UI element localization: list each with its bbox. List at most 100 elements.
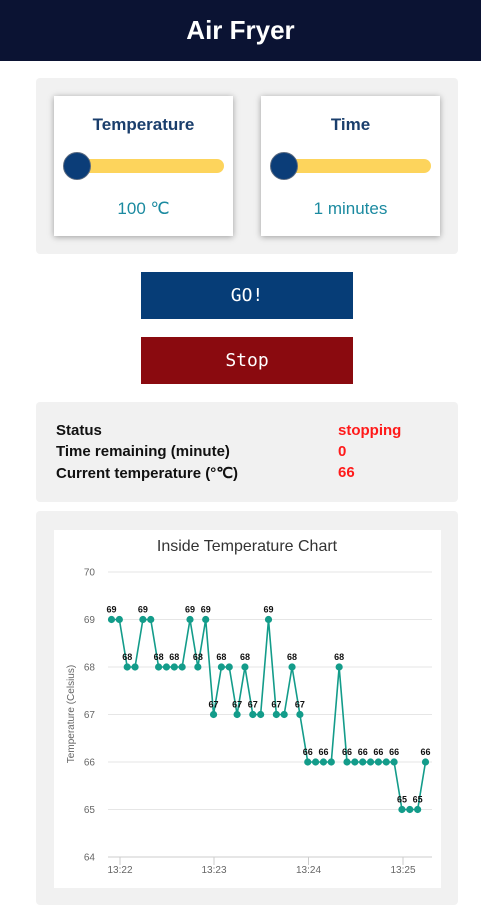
temperature-chart: Inside Temperature Chart Temperature (Ce…: [66, 538, 432, 876]
data-label: 66: [358, 747, 368, 757]
data-point: [115, 615, 123, 624]
y-tick-label: 68: [84, 663, 96, 674]
time-label: Time: [330, 115, 371, 134]
data-point: [131, 663, 139, 671]
data-point: [296, 710, 304, 719]
go-button[interactable]: GO!: [141, 272, 353, 319]
temperature-card: Temperature 100 ℃: [54, 96, 233, 236]
temperature-slider-track[interactable]: [77, 159, 224, 173]
data-label: 67: [295, 700, 305, 710]
data-point: [351, 758, 359, 766]
data-label: 66: [420, 747, 430, 757]
data-point: [319, 758, 328, 766]
data-point: [406, 805, 414, 814]
temperature-value: 100 ℃: [117, 199, 170, 218]
chart-y-axis-label: Temperature (Celsius): [66, 665, 77, 763]
chart-panel: Inside Temperature Chart Temperature (Ce…: [36, 511, 458, 905]
y-tick-label: 64: [84, 853, 96, 864]
data-point: [107, 615, 116, 624]
data-point: [359, 758, 367, 766]
y-tick-label: 67: [84, 710, 96, 721]
data-point: [162, 663, 171, 671]
time-remaining-row: Time remaining (minute) 0: [56, 443, 438, 463]
temperature-label: Temperature: [92, 115, 195, 134]
data-label: 68: [154, 652, 164, 662]
x-tick-label: 13:22: [107, 865, 132, 876]
app-title: Air Fryer: [186, 15, 295, 45]
status-value: stopping: [338, 422, 402, 439]
app-header: Air Fryer: [0, 0, 481, 61]
y-tick-label: 70: [84, 568, 96, 579]
y-tick-label: 65: [84, 805, 96, 816]
controls-panel: Temperature 100 ℃ Time 1 minutes: [36, 78, 458, 254]
data-point: [327, 758, 335, 766]
data-point: [257, 710, 265, 719]
data-point: [421, 758, 430, 766]
data-label: 68: [240, 652, 250, 662]
data-label: 65: [397, 795, 407, 805]
data-point: [217, 663, 225, 671]
current-temperature-label: Current temperature (°℃): [56, 465, 239, 482]
data-label: 66: [373, 747, 383, 757]
data-point: [170, 663, 178, 671]
data-point: [335, 663, 343, 671]
data-point: [249, 710, 257, 719]
data-point: [241, 663, 249, 671]
data-point: [288, 663, 296, 671]
data-label: 67: [248, 700, 258, 710]
status-panel: Status stopping Time remaining (minute) …: [36, 402, 458, 502]
current-temperature-row: Current temperature (°℃) 66: [56, 464, 438, 484]
data-point: [147, 615, 155, 624]
x-tick-label: 13:25: [390, 865, 415, 876]
data-point: [312, 758, 320, 766]
data-label: 68: [122, 652, 132, 662]
data-point: [233, 710, 241, 719]
data-label: 68: [169, 652, 179, 662]
data-point: [194, 663, 202, 671]
data-label: 66: [389, 747, 399, 757]
current-temperature-value: 66: [338, 464, 355, 481]
status-row: Status stopping: [56, 422, 438, 442]
data-point: [304, 758, 312, 766]
data-label: 67: [271, 700, 281, 710]
data-point: [272, 710, 280, 719]
x-tick-label: 13:24: [296, 865, 321, 876]
data-point: [225, 663, 233, 671]
data-point: [280, 710, 288, 719]
status-label: Status: [56, 422, 102, 439]
data-point: [374, 758, 382, 766]
data-label: 68: [334, 652, 344, 662]
data-point: [382, 758, 390, 766]
temperature-slider-thumb[interactable]: [63, 152, 91, 180]
time-remaining-label: Time remaining (minute): [56, 443, 230, 460]
data-label: 69: [263, 605, 273, 615]
data-point: [390, 758, 398, 766]
time-remaining-value: 0: [338, 443, 347, 460]
data-point: [178, 663, 186, 671]
data-point: [264, 615, 273, 624]
chart-card: Inside Temperature Chart Temperature (Ce…: [54, 530, 441, 888]
data-label: 68: [193, 652, 203, 662]
data-label: 69: [138, 605, 148, 615]
stop-button[interactable]: Stop: [141, 337, 353, 384]
y-tick-label: 66: [84, 758, 96, 769]
data-label: 66: [342, 747, 352, 757]
data-label: 68: [216, 652, 226, 662]
data-label: 69: [185, 605, 195, 615]
y-tick-label: 69: [84, 615, 96, 626]
data-label: 66: [303, 747, 313, 757]
data-point: [155, 663, 163, 671]
data-point: [414, 805, 422, 814]
data-point: [123, 663, 131, 671]
x-tick-label: 13:23: [201, 865, 226, 876]
data-point: [366, 758, 375, 766]
time-slider-track[interactable]: [284, 159, 431, 173]
data-point: [186, 615, 194, 624]
data-point: [139, 615, 147, 624]
data-point: [398, 805, 406, 814]
data-label: 67: [209, 700, 219, 710]
data-point: [209, 710, 218, 719]
chart-title: Inside Temperature Chart: [157, 538, 338, 555]
time-slider-thumb[interactable]: [270, 152, 298, 180]
data-label: 69: [106, 605, 116, 615]
